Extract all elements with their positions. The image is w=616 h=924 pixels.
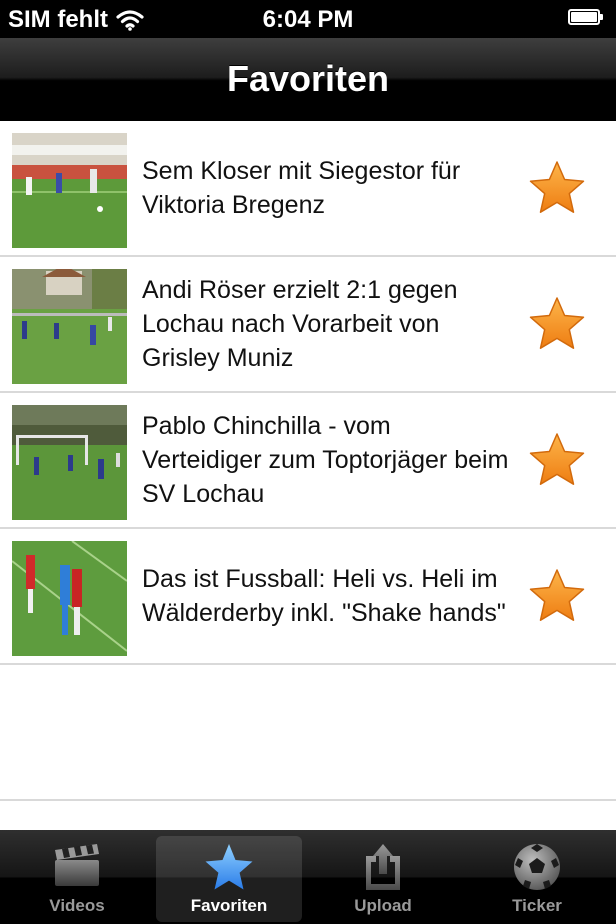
tab-ticker[interactable]: Ticker [464, 836, 610, 922]
video-thumbnail [12, 541, 127, 656]
soccer-ball-icon [514, 844, 560, 890]
battery-icon [568, 9, 606, 27]
favorite-row[interactable]: Andi Röser erzielt 2:1 gegen Lochau nach… [0, 257, 616, 393]
favorite-star-icon[interactable] [528, 295, 586, 353]
upload-icon [366, 844, 400, 890]
tab-label: Favoriten [190, 896, 268, 915]
favorite-row[interactable]: Sem Kloser mit Siegestor für Viktoria Br… [0, 121, 616, 257]
tab-label: Upload [354, 896, 412, 915]
video-thumbnail [12, 133, 127, 248]
favorite-row[interactable]: Pablo Chinchilla - vom Verteidiger zum T… [0, 393, 616, 529]
star-icon [205, 844, 253, 890]
navigation-bar: Favoriten [0, 38, 616, 121]
tab-videos[interactable]: Videos [4, 836, 150, 922]
tab-bar: Videos Favoriten Upload Ticker [0, 830, 616, 924]
clapperboard-icon [55, 844, 99, 886]
favorite-star-icon[interactable] [528, 159, 586, 217]
tab-label: Ticker [512, 896, 562, 915]
favorite-star-icon[interactable] [528, 431, 586, 489]
favorite-star-icon[interactable] [528, 567, 586, 625]
favorite-title: Sem Kloser mit Siegestor für Viktoria Br… [142, 157, 461, 219]
favorite-title: Pablo Chinchilla - vom Verteidiger zum T… [142, 412, 509, 508]
status-time: 6:04 PM [262, 6, 354, 33]
tab-favoriten[interactable]: Favoriten [156, 836, 302, 922]
tab-upload[interactable]: Upload [310, 836, 456, 922]
status-bar: SIM fehlt 6:04 PM [0, 0, 616, 38]
page-title: Favoriten [226, 58, 390, 99]
favorites-list: Sem Kloser mit Siegestor für Viktoria Br… [0, 121, 616, 801]
empty-list-row [0, 665, 616, 801]
favorite-title: Das ist Fussball: Heli vs. Heli im Wälde… [142, 565, 506, 627]
video-thumbnail [12, 405, 127, 520]
video-thumbnail [12, 269, 127, 384]
favorite-title: Andi Röser erzielt 2:1 gegen Lochau nach… [142, 276, 458, 372]
tab-label: Videos [49, 896, 105, 915]
favorite-row[interactable]: Das ist Fussball: Heli vs. Heli im Wälde… [0, 529, 616, 665]
